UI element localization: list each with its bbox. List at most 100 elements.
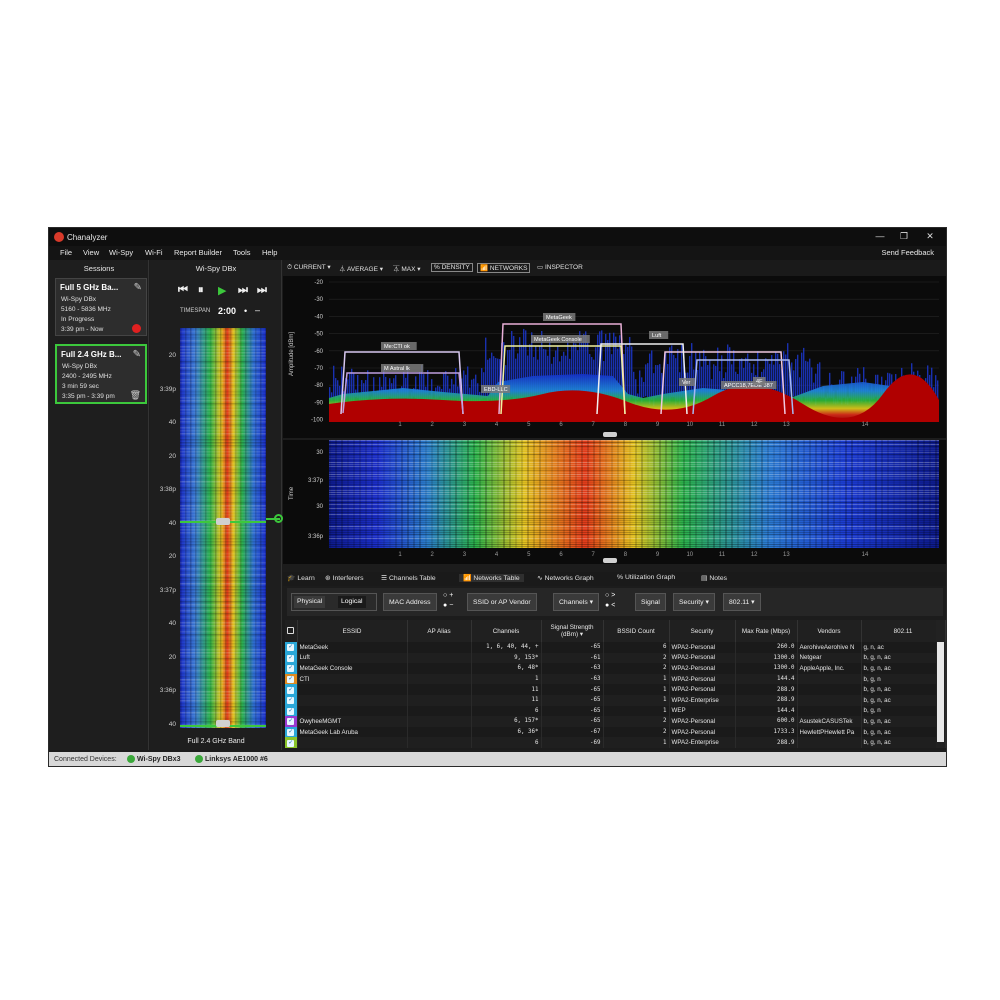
session-card-5ghz[interactable]: Full 5 GHz Ba... ✎ Wi-Spy DBx 5160 - 583… <box>55 278 147 336</box>
column-80211[interactable]: 802.11 <box>861 620 946 642</box>
column-max-rate[interactable]: Max Rate (Mbps) <box>735 620 798 642</box>
table-row[interactable]: ✓ MetaGeek Lab Aruba 6, 36* -67 2 WPA2-Person… <box>285 726 946 738</box>
mac-address-filter[interactable]: MAC Address <box>383 593 437 611</box>
row-checkbox[interactable]: ✓ <box>285 652 298 664</box>
scrollbar-thumb[interactable] <box>937 642 944 742</box>
network-label[interactable]: 4F <box>756 379 763 385</box>
network-label[interactable]: Me:CTI ok <box>384 344 410 350</box>
menu-view[interactable]: View <box>83 248 99 257</box>
network-label[interactable]: MetaGeek <box>546 315 572 321</box>
splitter-handle[interactable] <box>603 432 617 437</box>
table-row[interactable]: ✓ MetaGeek 1, 6, 40, 44, + -65 6 WPA2-Persona… <box>285 642 946 653</box>
cell-ap-alias[interactable] <box>407 684 472 695</box>
play-icon[interactable]: ▶ <box>218 284 226 297</box>
density-spectrum-chart[interactable]: MetaGeek MetaGeek Console Luft Me:CTI ok M A… <box>283 276 947 438</box>
column-bssid-count[interactable]: BSSID Count <box>603 620 670 642</box>
signal-filter[interactable]: Signal <box>635 593 666 611</box>
pause-icon[interactable]: ⏸ <box>198 284 204 297</box>
waterfall-chart[interactable]: Time 303:37p303:36p 1 2 3 4 5 6 7 8 9 10 11 12 13 14 <box>283 440 947 564</box>
timespan-increase-icon[interactable]: • <box>244 306 247 316</box>
tab-networks-table[interactable]: 📶 Networks Table <box>459 574 524 582</box>
network-label[interactable]: EBD-LLC <box>484 387 508 393</box>
less-radio-icon[interactable]: ● < <box>605 602 615 609</box>
network-label[interactable]: M Astral lk <box>384 366 410 372</box>
menu-wispy[interactable]: Wi-Spy <box>109 248 133 257</box>
column-channels[interactable]: Channels <box>471 620 542 642</box>
table-row[interactable]: ✓ 6 -65 1 WEP 144.4 b, g, n <box>285 705 946 717</box>
security-dropdown[interactable]: Security ▾ <box>673 593 715 611</box>
menu-tools[interactable]: Tools <box>233 248 251 257</box>
trash-icon[interactable]: 🗑 <box>130 390 141 401</box>
density-toggle[interactable]: % DENSITY <box>431 263 473 272</box>
column-signal-strength[interactable]: Signal Strength (dBm) ▾ <box>541 620 604 642</box>
column-vendors[interactable]: Vendors <box>797 620 862 642</box>
column-essid[interactable]: ESSID <box>297 620 408 642</box>
device-linksys[interactable]: Linksys AE1000 #6 <box>195 755 268 763</box>
current-toggle[interactable]: ⏱ CURRENT ▾ <box>287 263 331 272</box>
greater-radio-icon[interactable]: ○ > <box>605 592 615 599</box>
row-checkbox[interactable]: ✓ <box>285 663 298 674</box>
cell-ap-alias[interactable] <box>407 652 472 664</box>
menu-file[interactable]: File <box>60 248 72 257</box>
network-label[interactable]: Ver <box>682 380 691 386</box>
table-row[interactable]: ✓ 11 -65 1 WPA2-Enterprise 288.9 b, g, n, ac <box>285 694 946 706</box>
standard-dropdown[interactable]: 802.11 ▾ <box>723 593 761 611</box>
device-wispy[interactable]: Wi-Spy DBx3 <box>127 755 181 763</box>
session-card-24ghz[interactable]: Full 2.4 GHz B... ✎ Wi-Spy DBx 2400 - 24… <box>55 344 147 404</box>
column-security[interactable]: Security <box>669 620 736 642</box>
tab-networks-graph[interactable]: ∿ Networks Graph <box>537 574 594 582</box>
physical-option[interactable]: Physical <box>294 596 326 608</box>
select-all-checkbox[interactable] <box>285 620 298 642</box>
splitter-handle[interactable] <box>603 558 617 563</box>
table-row[interactable]: ✓ MetaGeek Console 6, 48* -63 2 WPA2-Personal… <box>285 663 946 674</box>
timespan-decrease-icon[interactable]: – <box>255 305 260 315</box>
skip-end-icon[interactable]: ⏭ <box>257 284 267 297</box>
cell-ap-alias[interactable] <box>407 726 472 738</box>
edit-pencil-icon[interactable]: ✎ <box>133 349 141 360</box>
menu-report-builder[interactable]: Report Builder <box>174 248 222 257</box>
networks-toggle[interactable]: 📶 NETWORKS <box>477 263 531 273</box>
table-row[interactable]: ✓ Luft 9, 153* -61 2 WPA2-Personal 1300.0 Netge… <box>285 652 946 664</box>
max-toggle[interactable]: ⏄ MAX ▾ <box>393 263 420 273</box>
cell-ap-alias[interactable] <box>407 642 472 653</box>
cell-ap-alias[interactable] <box>407 737 472 748</box>
table-row[interactable]: ✓ 11 -65 1 WPA2-Personal 288.9 b, g, n, ac <box>285 684 946 695</box>
table-scrollbar[interactable] <box>936 620 945 748</box>
ssid-vendor-filter[interactable]: SSID or AP Vendor <box>467 593 537 611</box>
channels-dropdown[interactable]: Channels ▾ <box>553 593 600 611</box>
row-checkbox[interactable]: ✓ <box>285 642 298 653</box>
fast-forward-icon[interactable]: ⏭ <box>238 284 248 297</box>
edit-pencil-icon[interactable]: ✎ <box>134 282 142 293</box>
table-row[interactable]: ✓ 6 -69 1 WPA2-Enterprise 288.9 b, g, n, ac <box>285 737 946 748</box>
minimize-button[interactable]: — <box>871 231 889 243</box>
row-checkbox[interactable]: ✓ <box>285 726 298 738</box>
average-toggle[interactable]: ⏃ AVERAGE ▾ <box>339 263 383 273</box>
exclude-radio-icon[interactable]: ● − <box>443 602 453 609</box>
tab-channels-table[interactable]: ☰ Channels Table <box>381 574 436 582</box>
logical-option[interactable]: Logical <box>338 596 366 608</box>
physical-logical-toggle[interactable]: Physical Logical <box>291 593 377 611</box>
row-checkbox[interactable]: ✓ <box>285 673 298 685</box>
column-ap-alias[interactable]: AP Alias <box>407 620 472 642</box>
row-checkbox[interactable]: ✓ <box>285 737 298 748</box>
table-row[interactable]: ✓ OwyheeMGMT 6, 157* -65 2 WPA2-Personal 600.0… <box>285 716 946 727</box>
cell-ap-alias[interactable] <box>407 694 472 706</box>
cell-ap-alias[interactable] <box>407 705 472 717</box>
network-label[interactable]: MetaGeek Console <box>534 337 582 343</box>
row-checkbox[interactable]: ✓ <box>285 684 298 695</box>
time-marker-handle-icon[interactable] <box>274 514 283 523</box>
menu-wifi[interactable]: Wi-Fi <box>145 248 163 257</box>
table-row[interactable]: ✓ CTI 1 -63 1 WPA2-Personal 144.4 b, g, n <box>285 673 946 685</box>
network-label[interactable]: Luft <box>652 333 662 339</box>
tab-learn[interactable]: 🎓 Learn <box>287 574 315 582</box>
inspector-toggle[interactable]: ▭ INSPECTOR <box>537 263 583 271</box>
close-button[interactable]: ✕ <box>921 231 939 243</box>
include-radio-icon[interactable]: ○ + <box>443 592 453 599</box>
row-checkbox[interactable]: ✓ <box>285 694 298 706</box>
menu-help[interactable]: Help <box>262 248 277 257</box>
tab-notes[interactable]: ▤ Notes <box>701 574 727 582</box>
tab-interferers[interactable]: ⊛ Interferers <box>325 574 364 582</box>
row-checkbox[interactable]: ✓ <box>285 716 298 727</box>
cell-ap-alias[interactable] <box>407 663 472 674</box>
tab-utilization-graph[interactable]: % Utilization Graph <box>617 574 675 581</box>
